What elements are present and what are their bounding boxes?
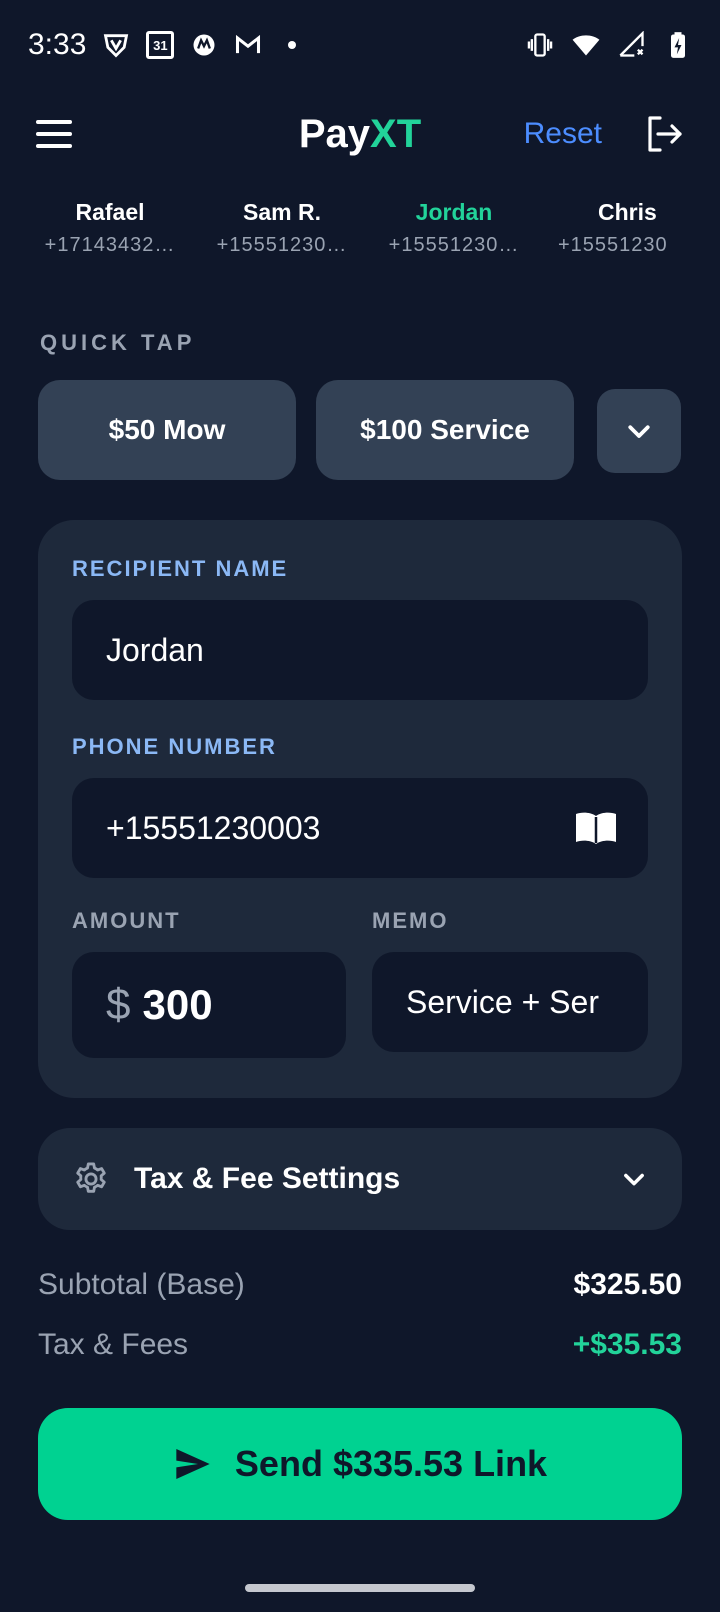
- contact-book-icon[interactable]: [574, 810, 618, 846]
- memo-input[interactable]: Service + Ser: [372, 952, 648, 1052]
- status-icons-left: 31: [102, 31, 306, 59]
- currency-symbol: $: [106, 980, 131, 1029]
- tax-fee-settings-toggle[interactable]: Tax & Fee Settings: [38, 1128, 682, 1230]
- contact-jordan[interactable]: Jordan +15551230…: [368, 196, 540, 262]
- recipient-name-input[interactable]: Jordan: [72, 600, 648, 700]
- logout-icon[interactable]: [644, 114, 684, 154]
- contact-phone: +15551230…: [216, 234, 348, 256]
- chevron-down-icon: [628, 425, 650, 438]
- memo-label: MEMO: [372, 908, 449, 933]
- quick-tap-more-button[interactable]: [597, 389, 681, 473]
- vibrate-icon: [526, 31, 554, 59]
- send-link-label: Send $335.53 Link: [234, 1443, 548, 1484]
- dot-icon: [278, 31, 306, 59]
- brand-logo: PayXT: [0, 112, 720, 157]
- amount-label: AMOUNT: [72, 908, 181, 933]
- brand-accent: XT: [370, 111, 422, 156]
- subtotal-value: $325.50: [573, 1268, 682, 1301]
- gear-icon: [76, 1162, 106, 1193]
- subtotal-row: Subtotal (Base) $325.50: [38, 1268, 682, 1302]
- phone-number-label: PHONE NUMBER: [72, 734, 277, 759]
- reset-button[interactable]: Reset: [524, 117, 602, 151]
- brand-main: Pay: [298, 111, 371, 156]
- amount-input[interactable]: $ 300: [72, 952, 346, 1058]
- phone-number-input[interactable]: +15551230003: [72, 778, 648, 878]
- contact-sam[interactable]: Sam R. +15551230…: [196, 196, 368, 262]
- contact-name: Sam R.: [243, 199, 321, 225]
- tax-fees-value: +$35.53: [572, 1328, 682, 1361]
- tax-fees-label: Tax & Fees: [38, 1328, 189, 1361]
- gmail-icon: [234, 31, 262, 59]
- send-link-button[interactable]: Send $335.53 Link: [38, 1408, 682, 1520]
- contact-name: Rafael: [75, 199, 145, 225]
- send-icon: [176, 1449, 210, 1479]
- contact-name: Jordan: [415, 199, 493, 225]
- chevron-down-icon: [624, 1173, 644, 1186]
- home-indicator[interactable]: [245, 1584, 475, 1592]
- wifi-icon: [572, 31, 600, 59]
- contact-name: Chris: [598, 199, 657, 225]
- motorola-icon: [190, 31, 218, 59]
- hamburger-icon[interactable]: [36, 120, 72, 148]
- contact-phone: +17143432…: [44, 234, 176, 256]
- contact-phone: +15551230…: [388, 234, 520, 256]
- calendar-icon: 31: [146, 31, 175, 59]
- payment-form-card: RECIPIENT NAME Jordan PHONE NUMBER +1555…: [38, 520, 682, 1098]
- status-icons-right: [526, 31, 692, 59]
- shield-v-icon: [102, 31, 130, 59]
- recipient-name-label: RECIPIENT NAME: [72, 556, 289, 581]
- app-header: PayXT Reset: [0, 98, 720, 170]
- subtotal-label: Subtotal (Base): [38, 1268, 245, 1301]
- quick-tap-service-button[interactable]: $100 Service: [316, 380, 574, 480]
- contact-chris[interactable]: Chris +15551230: [540, 196, 720, 262]
- contact-phone: +15551230: [558, 234, 668, 256]
- quick-tap-title: QUICK TAP: [40, 330, 196, 355]
- battery-charging-icon: [664, 31, 692, 59]
- status-time: 3:33: [28, 28, 87, 61]
- phone-number-value: +15551230003: [106, 809, 321, 846]
- tax-fees-row: Tax & Fees +$35.53: [38, 1328, 682, 1362]
- contact-rafael[interactable]: Rafael +17143432…: [24, 196, 196, 262]
- recent-contacts: Rafael +17143432… Sam R. +15551230… Jord…: [0, 196, 720, 276]
- cell-signal-icon: [618, 31, 646, 59]
- quick-tap-mow-button[interactable]: $50 Mow: [38, 380, 296, 480]
- status-bar: 3:33 31: [0, 0, 720, 90]
- amount-value: 300: [142, 981, 213, 1028]
- tax-fee-settings-title: Tax & Fee Settings: [134, 1162, 401, 1195]
